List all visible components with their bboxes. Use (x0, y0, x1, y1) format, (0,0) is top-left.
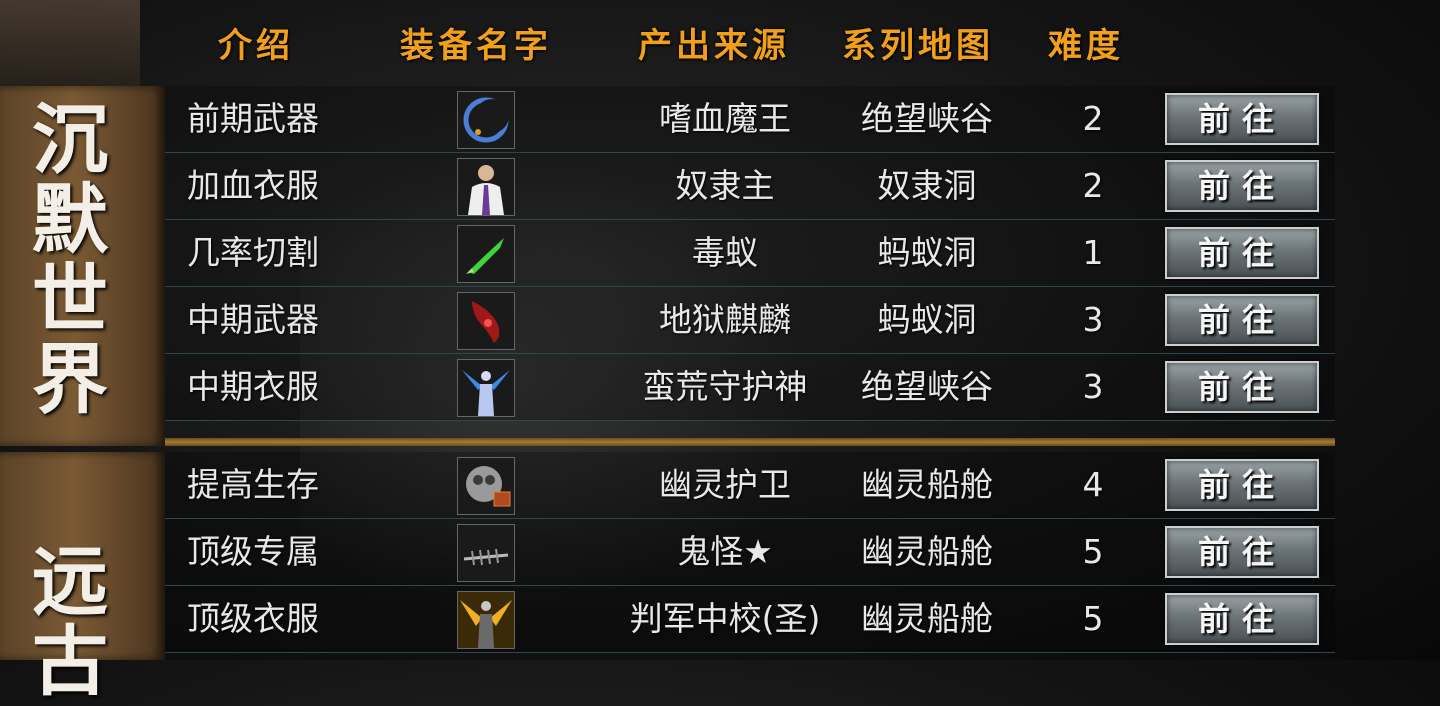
row-intro: 顶级衣服 (187, 599, 319, 638)
row-difficulty: 3 (1082, 300, 1104, 339)
table-row: 中期武器 地狱麒麟 蚂蚁洞 3 前往 (165, 287, 1335, 354)
table-row: 中期衣服 蛮荒守护神 绝望峡谷 3 前往 (165, 354, 1335, 421)
row-intro: 加血衣服 (187, 166, 319, 205)
row-map: 蚂蚁洞 (877, 233, 977, 272)
row-intro: 提高生存 (187, 465, 319, 504)
header-source: 产出来源 (638, 26, 790, 66)
row-map: 幽灵船舱 (861, 465, 993, 504)
row-source: 幽灵护卫 (659, 465, 791, 504)
go-button[interactable]: 前往 (1165, 593, 1319, 645)
golden-winged-armor-icon[interactable] (457, 591, 515, 649)
row-intro: 几率切割 (187, 233, 319, 272)
row-source: 蛮荒守护神 (642, 367, 808, 406)
row-source: 嗜血魔王 (659, 99, 791, 138)
moon-blade-icon[interactable] (457, 91, 515, 149)
green-blade-icon[interactable] (457, 225, 515, 283)
red-crystal-blade-icon[interactable] (457, 292, 515, 350)
section-title: 沉默世界 (32, 95, 108, 424)
row-map: 绝望峡谷 (861, 367, 993, 406)
row-source: 奴隶主 (675, 166, 775, 205)
go-button[interactable]: 前往 (1165, 160, 1319, 212)
blue-winged-armor-icon[interactable] (457, 359, 515, 417)
go-button[interactable]: 前往 (1165, 93, 1319, 145)
row-difficulty: 3 (1082, 367, 1104, 406)
ghost-orb-icon[interactable] (457, 457, 515, 515)
table-row: 提高生存 幽灵护卫 幽灵船舱 4 前往 (165, 452, 1335, 519)
row-intro: 顶级专属 (187, 532, 319, 571)
go-button[interactable]: 前往 (1165, 294, 1319, 346)
row-difficulty: 1 (1082, 233, 1104, 272)
table-row: 顶级专属 鬼怪★ 幽灵船舱 5 前往 (165, 519, 1335, 586)
header-intro: 介绍 (218, 26, 294, 66)
header-name: 装备名字 (400, 26, 552, 66)
section-banner-silent-world: 沉默世界 (0, 86, 165, 446)
row-difficulty: 5 (1082, 532, 1104, 571)
go-button[interactable]: 前往 (1165, 361, 1319, 413)
row-intro: 中期武器 (187, 300, 319, 339)
white-suit-armor-icon[interactable] (457, 158, 515, 216)
row-map: 幽灵船舱 (861, 532, 993, 571)
fishbone-blade-icon[interactable] (457, 524, 515, 582)
go-button[interactable]: 前往 (1165, 459, 1319, 511)
row-map: 幽灵船舱 (861, 599, 993, 638)
section-silent-world: 前期武器 嗜血魔王 绝望峡谷 2 前往 加血衣服 奴隶主 奴隶洞 2 前往 几率… (165, 86, 1335, 421)
section-ancient: 提高生存 幽灵护卫 幽灵船舱 4 前往 顶级专属 鬼怪★ 幽灵船舱 5 前往 顶… (165, 452, 1335, 653)
row-difficulty: 2 (1082, 166, 1104, 205)
row-source: 毒蚁 (692, 233, 758, 272)
row-source: 地狱麒麟 (659, 300, 791, 339)
section-banner-ancient: 远古 (0, 452, 165, 702)
header-difficulty: 难度 (1048, 26, 1124, 66)
section-divider (165, 438, 1335, 446)
table-row: 顶级衣服 判军中校(圣) 幽灵船舱 5 前往 (165, 586, 1335, 653)
row-source: 判军中校(圣) (629, 599, 821, 638)
go-button[interactable]: 前往 (1165, 526, 1319, 578)
table-row: 前期武器 嗜血魔王 绝望峡谷 2 前往 (165, 86, 1335, 153)
row-intro: 中期衣服 (187, 367, 319, 406)
go-button[interactable]: 前往 (1165, 227, 1319, 279)
row-intro: 前期武器 (187, 99, 319, 138)
table-header: 介绍 装备名字 产出来源 系列地图 难度 (0, 18, 1440, 74)
table-row: 几率切割 毒蚁 蚂蚁洞 1 前往 (165, 220, 1335, 287)
header-map: 系列地图 (842, 26, 994, 66)
section-title: 远古 (32, 537, 108, 706)
row-difficulty: 4 (1082, 465, 1104, 504)
row-difficulty: 5 (1082, 599, 1104, 638)
row-source: 鬼怪★ (677, 532, 773, 571)
row-map: 奴隶洞 (877, 166, 977, 205)
row-map: 绝望峡谷 (861, 99, 993, 138)
table-row: 加血衣服 奴隶主 奴隶洞 2 前往 (165, 153, 1335, 220)
row-map: 蚂蚁洞 (877, 300, 977, 339)
row-difficulty: 2 (1082, 99, 1104, 138)
